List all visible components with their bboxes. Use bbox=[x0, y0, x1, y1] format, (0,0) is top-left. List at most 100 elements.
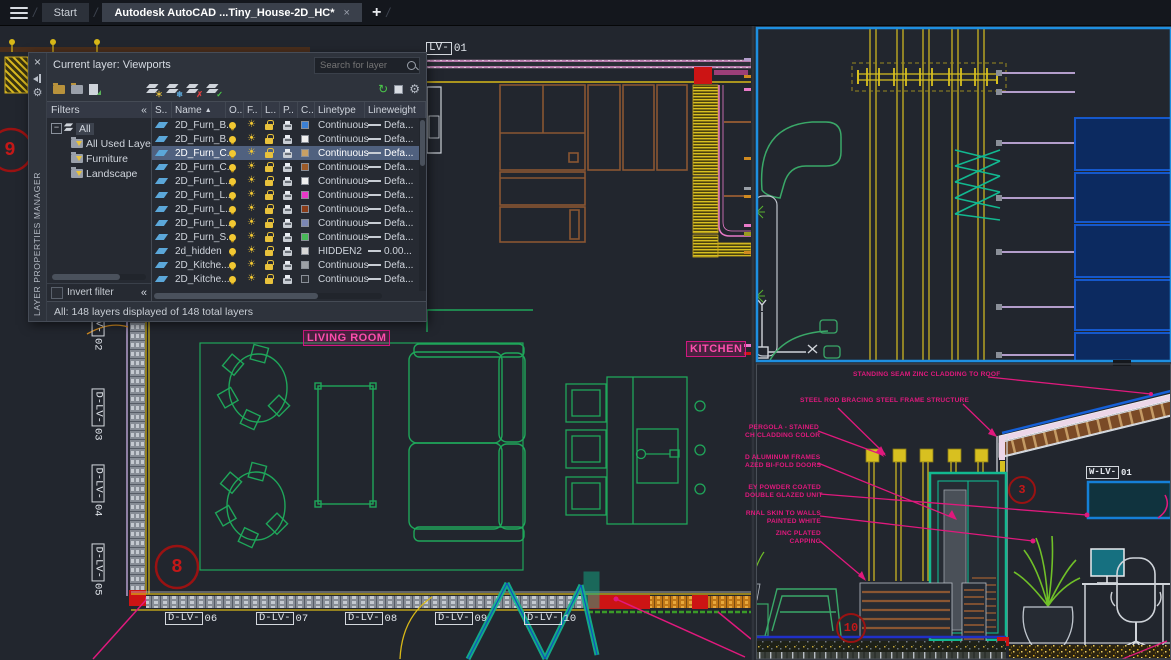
layer-unlock-icon[interactable] bbox=[265, 236, 273, 242]
layer-color-swatch[interactable] bbox=[301, 191, 309, 199]
layer-plot-icon[interactable] bbox=[283, 194, 292, 200]
layer-plot-icon[interactable] bbox=[283, 152, 292, 158]
filters-horizontal-scrollbar[interactable] bbox=[52, 274, 146, 280]
layer-on-icon[interactable] bbox=[229, 206, 236, 213]
filter-tree-item-all[interactable]: − All bbox=[47, 121, 151, 136]
layer-on-icon[interactable] bbox=[229, 276, 236, 283]
layer-unlock-icon[interactable] bbox=[265, 152, 273, 158]
layer-on-icon[interactable] bbox=[229, 192, 236, 199]
invert-filter-checkbox[interactable] bbox=[51, 287, 63, 299]
column-name[interactable]: Name▲ bbox=[172, 102, 226, 118]
new-layer-icon[interactable]: ＊ bbox=[146, 83, 160, 96]
layer-row[interactable]: 2D_Furn_C...ContinuousDefa... bbox=[152, 160, 426, 174]
app-menu-icon[interactable] bbox=[10, 7, 28, 19]
close-tab-icon[interactable]: × bbox=[344, 7, 350, 19]
column-plot[interactable]: P.. bbox=[280, 102, 298, 118]
palette-properties-icon[interactable]: ⚙ bbox=[33, 88, 43, 99]
column-color[interactable]: C.. bbox=[298, 102, 315, 118]
new-tab-button[interactable]: + bbox=[372, 8, 381, 18]
layer-unlock-icon[interactable] bbox=[265, 180, 273, 186]
layer-color-swatch[interactable] bbox=[301, 261, 309, 269]
layer-row[interactable]: 2d_hiddenHIDDEN20.00... bbox=[152, 244, 426, 258]
refresh-icon[interactable]: ↻ bbox=[378, 83, 388, 95]
layer-on-icon[interactable] bbox=[229, 234, 236, 241]
delete-layer-icon[interactable]: ✗ bbox=[186, 83, 200, 96]
layer-plot-icon[interactable] bbox=[283, 180, 292, 186]
column-linetype[interactable]: Linetype bbox=[315, 102, 365, 118]
settings-gear-icon[interactable]: ⚙ bbox=[409, 84, 420, 95]
layer-color-swatch[interactable] bbox=[301, 247, 309, 255]
layer-search-input[interactable] bbox=[318, 59, 407, 72]
layer-on-icon[interactable] bbox=[229, 262, 236, 269]
layer-row[interactable]: 2D_Furn_L...ContinuousDefa... bbox=[152, 188, 426, 202]
column-lock[interactable]: L.. bbox=[262, 102, 280, 118]
layer-row[interactable]: 2D_Furn_S...ContinuousDefa... bbox=[152, 230, 426, 244]
layer-plot-icon[interactable] bbox=[283, 208, 292, 214]
layer-thaw-icon[interactable] bbox=[247, 274, 256, 284]
layer-plot-icon[interactable] bbox=[283, 124, 292, 130]
layer-row-selected[interactable]: 2D_Furn_C...ContinuousDefa... bbox=[152, 146, 426, 160]
layer-plot-icon[interactable] bbox=[283, 222, 292, 228]
layer-thaw-icon[interactable] bbox=[247, 218, 256, 228]
column-lineweight[interactable]: Lineweight bbox=[365, 102, 426, 118]
layer-color-swatch[interactable] bbox=[301, 135, 309, 143]
layer-on-icon[interactable] bbox=[229, 150, 236, 157]
layer-thaw-icon[interactable] bbox=[247, 176, 256, 186]
layer-list-vertical-scrollbar[interactable] bbox=[419, 118, 426, 291]
filter-tree-item-landscape[interactable]: Landscape bbox=[47, 166, 151, 181]
layer-row[interactable]: 2D_Furn_B...ContinuousDefa... bbox=[152, 132, 426, 146]
layer-row[interactable]: 2D_Kitche...ContinuousDefa... bbox=[152, 258, 426, 272]
layer-plot-icon[interactable] bbox=[283, 278, 292, 284]
new-property-filter-icon[interactable] bbox=[53, 85, 65, 94]
layer-unlock-icon[interactable] bbox=[265, 222, 273, 228]
layer-thaw-icon[interactable] bbox=[247, 232, 256, 242]
layer-unlock-icon[interactable] bbox=[265, 124, 273, 130]
layer-on-icon[interactable] bbox=[229, 164, 236, 171]
layer-row[interactable]: 2D_Furn_L...ContinuousDefa... bbox=[152, 174, 426, 188]
layer-color-swatch[interactable] bbox=[301, 205, 309, 213]
column-freeze[interactable]: F.. bbox=[244, 102, 262, 118]
layer-row[interactable]: 2D_Kitche...ContinuousDefa... bbox=[152, 272, 426, 286]
new-layer-vp-frozen-icon[interactable]: ❄ bbox=[166, 83, 180, 96]
layer-unlock-icon[interactable] bbox=[265, 138, 273, 144]
column-on[interactable]: O.. bbox=[226, 102, 244, 118]
layer-states-manager-icon[interactable] bbox=[89, 84, 98, 95]
filter-tree-item-furniture[interactable]: Furniture bbox=[47, 151, 151, 166]
layer-plot-icon[interactable] bbox=[283, 236, 292, 242]
layer-on-icon[interactable] bbox=[229, 220, 236, 227]
palette-close-button[interactable]: × bbox=[34, 56, 41, 68]
layer-color-swatch[interactable] bbox=[301, 177, 309, 185]
layer-thaw-icon[interactable] bbox=[247, 246, 256, 256]
layer-plot-icon[interactable] bbox=[283, 138, 292, 144]
bottom-right-viewport[interactable] bbox=[757, 364, 1171, 659]
layer-plot-icon[interactable] bbox=[283, 166, 292, 172]
layer-unlock-icon[interactable] bbox=[265, 250, 273, 256]
layer-on-icon[interactable] bbox=[229, 136, 236, 143]
layer-unlock-icon[interactable] bbox=[265, 278, 273, 284]
layer-color-swatch[interactable] bbox=[301, 219, 309, 227]
layer-unlock-icon[interactable] bbox=[265, 208, 273, 214]
filter-tree-item-all-used[interactable]: All Used Laye bbox=[47, 136, 151, 151]
layer-color-swatch[interactable] bbox=[301, 149, 309, 157]
layer-row[interactable]: 2D_Furn_B...ContinuousDefa... bbox=[152, 118, 426, 132]
layer-thaw-icon[interactable] bbox=[247, 204, 256, 214]
layer-color-swatch[interactable] bbox=[301, 121, 309, 129]
top-right-viewport[interactable] bbox=[757, 28, 1171, 361]
layer-unlock-icon[interactable] bbox=[265, 166, 273, 172]
pane-toggle-icon[interactable] bbox=[394, 85, 403, 94]
layer-thaw-icon[interactable] bbox=[247, 260, 256, 270]
tree-expand-icon[interactable]: − bbox=[51, 123, 62, 134]
layer-row[interactable]: 2D_Furn_L...ContinuousDefa... bbox=[152, 202, 426, 216]
layer-list-horizontal-scrollbar[interactable] bbox=[154, 293, 382, 299]
column-status[interactable]: S.. bbox=[152, 102, 172, 118]
layer-unlock-icon[interactable] bbox=[265, 264, 273, 270]
layer-unlock-icon[interactable] bbox=[265, 194, 273, 200]
tab-drawing-file[interactable]: Autodesk AutoCAD ...Tiny_House-2D_HC* × bbox=[102, 3, 361, 22]
collapse-pane-icon[interactable]: « bbox=[141, 287, 147, 299]
layer-row[interactable]: 2D_Furn_L...ContinuousDefa... bbox=[152, 216, 426, 230]
layer-color-swatch[interactable] bbox=[301, 163, 309, 171]
layer-thaw-icon[interactable] bbox=[247, 190, 256, 200]
layer-color-swatch[interactable] bbox=[301, 275, 309, 283]
layer-on-icon[interactable] bbox=[229, 122, 236, 129]
layer-plot-icon[interactable] bbox=[283, 250, 292, 256]
